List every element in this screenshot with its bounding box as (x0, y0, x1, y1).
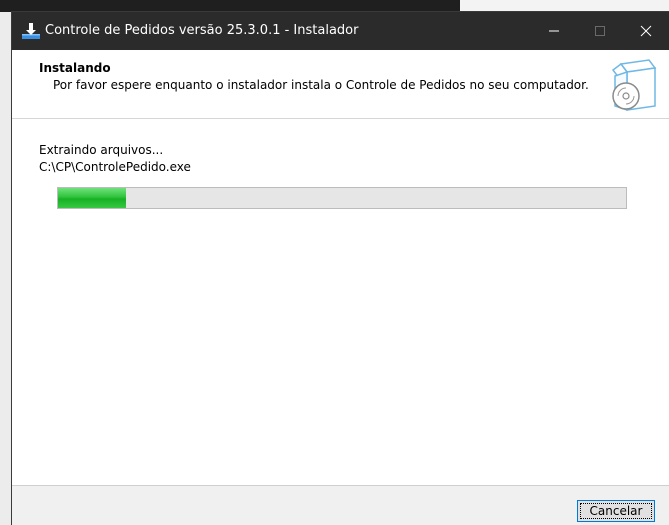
status-file-path: C:\CP\ControlePedido.exe (39, 160, 191, 174)
progress-bar (57, 187, 627, 209)
installer-download-icon (22, 23, 40, 39)
cancel-button[interactable]: Cancelar (577, 500, 655, 522)
installer-window: Controle de Pedidos versão 25.3.0.1 - In… (12, 12, 669, 525)
page-title: Instalando (39, 61, 111, 75)
desktop-background-dark (0, 0, 460, 12)
installer-header: Instalando Por favor espere enquanto o i… (12, 50, 669, 118)
maximize-icon (595, 26, 605, 36)
minimize-icon (549, 30, 559, 32)
header-divider (12, 118, 669, 119)
close-icon (640, 25, 652, 37)
minimize-button[interactable] (531, 12, 577, 50)
desktop-background-light (460, 0, 669, 12)
window-title: Controle de Pedidos versão 25.3.0.1 - In… (45, 23, 359, 38)
title-bar[interactable]: Controle de Pedidos versão 25.3.0.1 - In… (12, 12, 669, 50)
software-box-cd-icon (611, 59, 657, 112)
close-button[interactable] (623, 12, 669, 50)
page-description: Por favor espere enquanto o instalador i… (53, 78, 589, 92)
cancel-button-label: Cancelar (580, 503, 652, 519)
progress-fill (58, 188, 127, 208)
maximize-button (577, 12, 623, 50)
installer-footer: Cancelar (12, 486, 669, 525)
status-label: Extraindo arquivos... (39, 143, 164, 157)
